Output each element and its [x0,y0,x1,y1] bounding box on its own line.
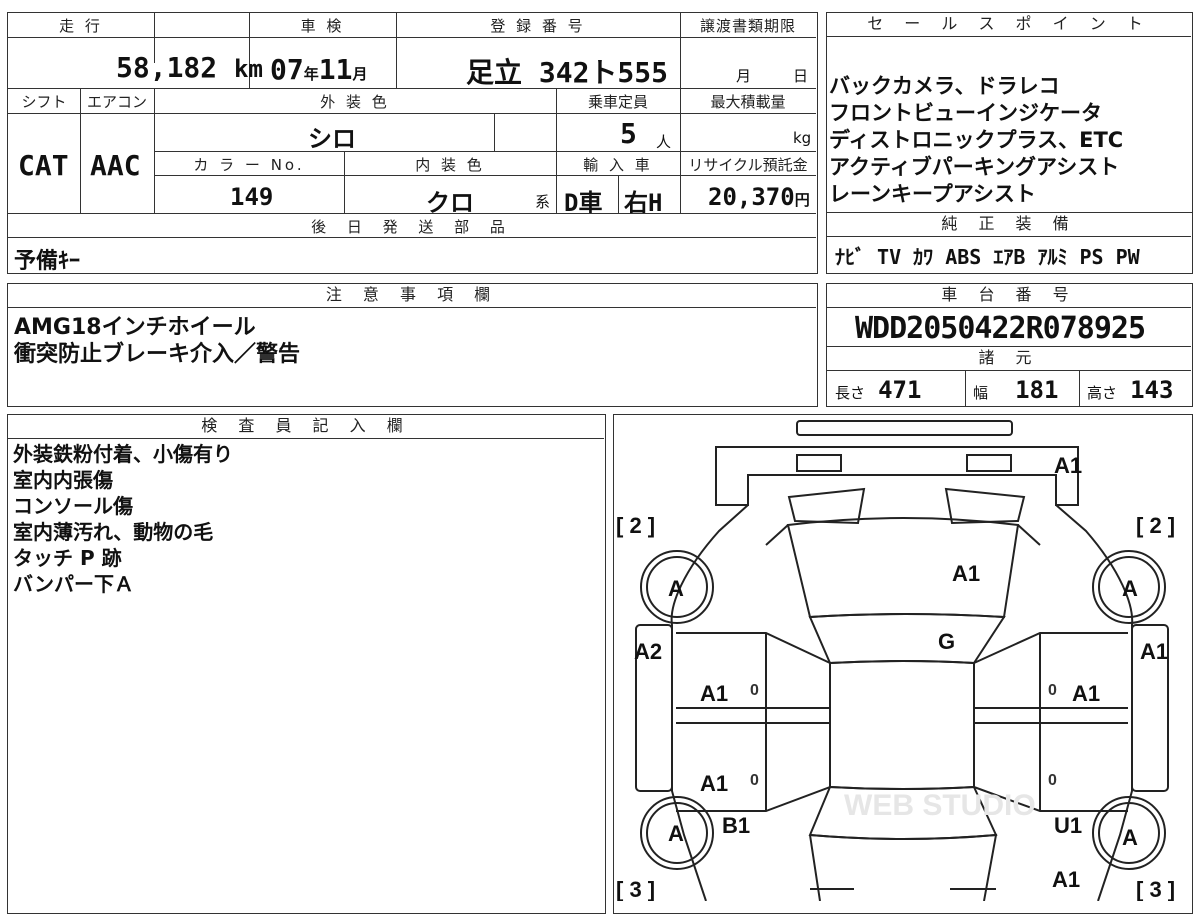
notes-box: 注 意 事 項 欄 AMG18インチホイール 衝突防止ブレーキ介入／警告 [7,283,818,407]
inspector-line: バンパー下Ａ [13,572,134,596]
sales-point-box: セ ー ル ス ポ イ ン ト バックカメラ、ドラレコ フロントビューインジケー… [826,12,1193,238]
import-label: 輸 入 車 [583,156,653,174]
shift-label: シフト [21,93,67,111]
sales-line: ディストロニックプラス、ETC [829,128,1124,152]
chassis-label: 車 台 番 号 [827,284,1191,308]
width-spec: 幅 181 [973,376,1059,404]
height-spec: 高さ 143 [1087,376,1174,404]
right-front-door-mark: A1 [1072,681,1100,706]
capacity-value: 5 [620,117,637,150]
bracket-top-right: [ 2 ] [1136,513,1175,538]
watermark: WEB STUDIO [844,789,1036,822]
mileage-value: 58,182 km [116,51,263,84]
capacity-label: 乗車定員 [587,93,648,111]
sales-line: アクティブパーキングアシスト [829,155,1120,179]
sales-line: バックカメラ、ドラレコ [829,74,1060,98]
front-bumper-mark: A1 [1054,453,1082,478]
transfer-day-unit: 日 [793,67,809,85]
recycle-deposit-value: 20,370円 [708,183,810,211]
genuine-equipment-label: 純 正 装 備 [827,213,1191,237]
tire-rl-mark: A [668,821,684,846]
max-load-unit: kg [793,129,812,147]
registration-label: 登 録 番 号 [490,17,586,35]
zero-mark: 0 [750,682,759,699]
left-rear-fender-mark: B1 [722,813,750,838]
vehicle-info-table: 走 行 車 検 登 録 番 号 譲渡書類期限 58,182 km 07年11月 … [7,12,818,274]
inspector-line: 室内内張傷 [13,468,113,492]
bracket-bottom-left: [ 3 ] [616,877,655,901]
later-parts-value: 予備ｷｰ [14,249,81,274]
tire-fr-mark: A [1122,576,1138,601]
genuine-equipment-box: 純 正 装 備 ﾅﾋﾞ TV ｶﾜ ABS ｴｱB ｱﾙﾐ PS PW [826,212,1193,274]
zero-mark: 0 [1048,772,1057,789]
note-line: AMG18インチホイール [14,315,256,340]
capacity-unit: 人 [656,133,672,151]
length-spec: 長さ 471 [835,376,922,404]
tire-fl-mark: A [668,576,684,601]
color-number-value: 149 [230,183,274,211]
inspector-lines: 外装鉄粉付着、小傷有り 室内内張傷 コンソール傷 室内薄汚れ、動物の毛 タッチ … [13,441,233,597]
car-diagram-box: WEB STUDIO A1 A1 G A2 A1 A1 A1 A1 B1 U1 … [613,414,1193,914]
recycle-deposit-label: リサイクル預託金 [688,156,808,174]
mileage-label: 走 行 [59,17,103,35]
max-load-label: 最大積載量 [710,93,786,111]
inspector-line: タッチ P 跡 [13,546,122,570]
left-fender-mark: A2 [634,639,662,664]
inspector-line: コンソール傷 [13,494,133,518]
right-rear-fender-mark: U1 [1054,813,1082,838]
sales-point-label: セ ー ル ス ポ イ ン ト [827,13,1191,37]
exterior-color-value: シロ [308,125,356,153]
bracket-bottom-right: [ 3 ] [1136,877,1175,901]
ac-value: AAC [90,149,141,182]
rear-right-mark: A1 [1052,867,1080,892]
note-line: 衝突防止ブレーキ介入／警告 [14,342,301,367]
left-rear-door-mark: A1 [700,771,728,796]
zero-mark: 0 [1048,682,1057,699]
sales-line: レーンキープアシスト [829,182,1036,206]
bracket-top-left: [ 2 ] [616,513,655,538]
transfer-month-unit: 月 [736,67,752,85]
glass-mark: G [938,629,955,654]
inspector-line: 室内薄汚れ、動物の毛 [13,520,214,544]
inspector-line: 外装鉄粉付着、小傷有り [13,442,233,466]
notes-label: 注 意 事 項 欄 [8,284,816,308]
specs-label: 諸 元 [827,347,1191,371]
transfer-deadline-label: 譲渡書類期限 [699,17,796,35]
color-number-label: カ ラ ー No. [193,156,305,174]
later-parts-label: 後 日 発 送 部 品 [311,218,513,236]
notes-lines: AMG18インチホイール 衝突防止ブレーキ介入／警告 [14,314,300,368]
registration-number: 足立 342ト555 [466,56,669,89]
zero-mark: 0 [750,772,759,789]
sales-line: フロントビューインジケータ [829,101,1102,125]
interior-color-label: 内 装 色 [415,156,485,174]
car-diagram: WEB STUDIO A1 A1 G A2 A1 A1 A1 A1 B1 U1 … [616,420,1175,901]
tire-rr-mark: A [1122,825,1138,850]
sales-point-lines: バックカメラ、ドラレコ フロントビューインジケータ ディストロニックプラス、ET… [829,73,1123,208]
hood-mark: A1 [952,561,980,586]
shift-value: CAT [18,149,69,182]
inspector-box: 検 査 員 記 入 欄 外装鉄粉付着、小傷有り 室内内張傷 コンソール傷 室内薄… [7,414,606,914]
left-front-door-mark: A1 [700,681,728,706]
right-fender-mark: A1 [1140,639,1168,664]
inspection-date: 07年11月 [270,53,368,86]
chassis-number: WDD2050422R078925 [855,311,1146,346]
ac-label: エアコン [86,93,147,111]
inspection-label: 車 検 [300,17,345,35]
interior-color-unit: 系 [535,193,551,211]
inspector-label: 検 査 員 記 入 欄 [8,415,604,439]
chassis-box: 車 台 番 号 WDD2050422R078925 諸 元 長さ 471 幅 1… [826,283,1193,407]
genuine-equipment-value: ﾅﾋﾞ TV ｶﾜ ABS ｴｱB ｱﾙﾐ PS PW [835,245,1140,269]
exterior-color-label: 外 装 色 [320,93,390,111]
